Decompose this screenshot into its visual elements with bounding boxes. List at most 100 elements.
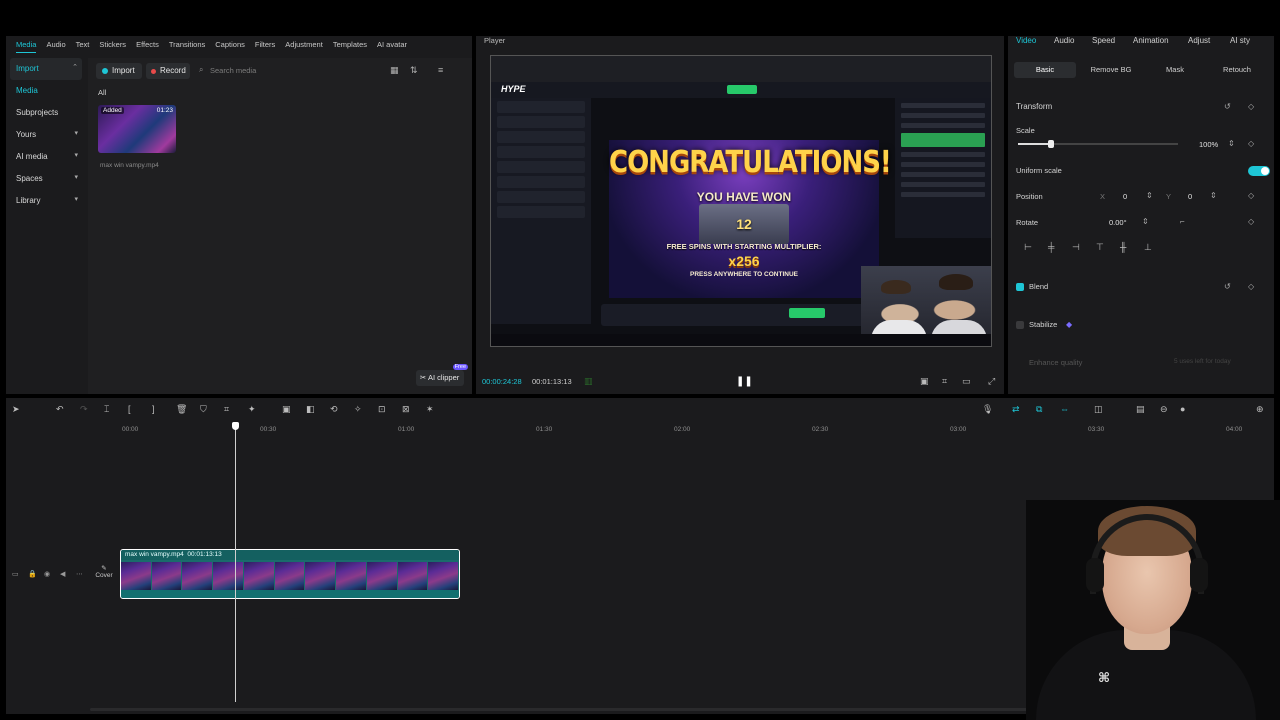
record-button[interactable]: Record [146, 63, 190, 79]
position-y-value[interactable]: 0 [1188, 192, 1192, 201]
align-bottom-icon[interactable]: ⊥ [1144, 242, 1152, 253]
sort-icon[interactable]: ⇅ [410, 65, 418, 76]
ratio-icon[interactable]: ▣ [920, 376, 929, 387]
wand-icon[interactable]: ✧ [354, 404, 362, 415]
link-icon[interactable]: ⇄ [1012, 404, 1020, 415]
align-top-icon[interactable]: ⊤ [1096, 242, 1104, 253]
crop-icon[interactable]: ⌗ [942, 376, 947, 387]
import-button[interactable]: Import [96, 63, 142, 79]
keyframe-icon[interactable]: ◇ [1248, 102, 1254, 111]
stepper-icon[interactable]: ⇕ [1142, 217, 1149, 226]
grid-view-icon[interactable]: ▦ [390, 65, 399, 76]
split-view-icon[interactable]: ◫ [1094, 404, 1103, 415]
align-center-icon[interactable]: ╪ [1048, 242, 1054, 252]
filter-icon[interactable]: ≡ [438, 65, 443, 75]
uniform-scale-toggle[interactable] [1248, 166, 1270, 176]
pause-icon[interactable]: ❚❚ [736, 376, 753, 387]
delete-icon[interactable]: 🗑 [176, 404, 187, 415]
tab-filters[interactable]: Filters [250, 36, 280, 54]
timeline-ruler[interactable]: 00:00 00:30 01:00 01:30 02:00 02:30 03:0… [6, 424, 1274, 434]
select-tool-icon[interactable]: ➤ [12, 404, 20, 415]
crop-frame-icon[interactable]: ⊡ [378, 404, 386, 415]
search-input[interactable]: ⌕ Search media [196, 63, 376, 79]
stepper-icon[interactable]: ⇕ [1210, 191, 1217, 200]
tab-stickers[interactable]: Stickers [94, 36, 131, 54]
video-preview[interactable]: HYPE CONGRATULATIONS! YOU HAVE WON 12 FR… [490, 55, 992, 347]
lock-icon[interactable]: 🔒 [28, 570, 37, 578]
rotate-value[interactable]: 0.00° [1109, 218, 1127, 227]
tab-adjustment[interactable]: Adjustment [280, 36, 328, 54]
nav-ai-media[interactable]: AI media ▾ [10, 146, 82, 168]
more-tools-icon[interactable]: ✶ [426, 404, 434, 415]
tab-speed[interactable]: Speed [1092, 36, 1115, 45]
tab-transitions[interactable]: Transitions [164, 36, 210, 54]
aspect-ratio-icon[interactable]: ▭ [962, 376, 971, 387]
filter-all[interactable]: All [98, 88, 106, 97]
zoom-in-icon[interactable]: ⊕ [1256, 404, 1264, 415]
keyframe-icon[interactable]: ◇ [1248, 191, 1254, 200]
fullscreen-icon[interactable]: ⤢ [988, 376, 995, 387]
stepper-icon[interactable]: ⇕ [1146, 191, 1153, 200]
track-icon[interactable]: ▭ [12, 570, 19, 578]
snap-icon[interactable]: ⧉ [1036, 404, 1042, 415]
ai-tool-icon[interactable]: ▣ [282, 404, 291, 415]
tab-audio[interactable]: Audio [41, 36, 70, 54]
scale-slider[interactable] [1018, 140, 1178, 148]
stabilize-checkbox[interactable] [1016, 321, 1024, 329]
align-left-icon[interactable]: ⊢ [1024, 242, 1032, 253]
tab-captions[interactable]: Captions [210, 36, 250, 54]
blend-checkbox[interactable] [1016, 283, 1024, 291]
freeze-icon[interactable]: ✦ [248, 404, 256, 415]
nav-library[interactable]: Library ▾ [10, 190, 82, 212]
tab-text[interactable]: Text [71, 36, 95, 54]
undo-icon[interactable]: ↶ [56, 404, 64, 415]
tab-animation[interactable]: Animation [1133, 36, 1169, 45]
stepper-icon[interactable]: ⇕ [1228, 139, 1235, 148]
nav-spaces[interactable]: Spaces ▾ [10, 168, 82, 190]
ai-clipper-button[interactable]: ✂ AI clipper Free [416, 364, 468, 386]
mirror-icon[interactable]: ◧ [306, 404, 315, 415]
zoom-out-icon[interactable]: ⊖ [1160, 404, 1168, 415]
tab-ai-avatar[interactable]: AI avatar [372, 36, 412, 54]
nav-subprojects[interactable]: Subprojects [10, 102, 82, 124]
speaker-icon[interactable]: ◀ [60, 570, 65, 578]
align-middle-icon[interactable]: ╫ [1120, 242, 1126, 252]
playhead-line[interactable] [235, 426, 236, 702]
align-right-icon[interactable]: ⊣ [1072, 242, 1080, 253]
reset-icon[interactable]: ↺ [1224, 102, 1231, 111]
nav-yours[interactable]: Yours ▾ [10, 124, 82, 146]
microphone-icon[interactable]: 🎙 [982, 404, 993, 415]
cover-button[interactable]: ✎ Cover [94, 564, 114, 579]
scale-slider-knob[interactable] [1048, 140, 1054, 148]
rotate-dial-icon[interactable]: ⌐ [1180, 217, 1185, 226]
reset-icon[interactable]: ↺ [1224, 282, 1231, 291]
redo-icon[interactable]: ↷ [80, 404, 88, 415]
subtab-retouch[interactable]: Retouch [1206, 62, 1268, 78]
position-x-value[interactable]: 0 [1123, 192, 1127, 201]
reverse-icon[interactable]: ⟲ [330, 404, 338, 415]
video-clip[interactable]: max win vampy.mp4 00:01:13:13 [120, 549, 460, 599]
nav-media[interactable]: Media [10, 80, 82, 102]
tab-adjust[interactable]: Adjust [1188, 36, 1210, 45]
tab-media[interactable]: Media [11, 36, 41, 54]
subtab-remove-bg[interactable]: Remove BG [1080, 62, 1142, 78]
preview-axis-icon[interactable]: ⇔ [1060, 404, 1069, 414]
split-icon[interactable]: ⌶ [104, 404, 109, 415]
keyframe-icon[interactable]: ◇ [1248, 139, 1254, 148]
subtab-basic[interactable]: Basic [1014, 62, 1076, 78]
tab-video[interactable]: Video [1016, 36, 1036, 45]
split-right-icon[interactable]: ] [152, 404, 155, 414]
marker-icon[interactable]: ⛉ [200, 404, 207, 415]
scale-value[interactable]: 100% [1199, 140, 1218, 149]
fit-icon[interactable]: ⊠ [402, 404, 410, 415]
zoom-slider-knob[interactable]: ● [1180, 404, 1185, 414]
media-thumbnail[interactable]: Added 01:23 [98, 105, 176, 153]
tab-ai-style[interactable]: AI sty [1230, 36, 1250, 45]
split-left-icon[interactable]: [ [128, 404, 131, 414]
tab-templates[interactable]: Templates [328, 36, 372, 54]
more-icon[interactable]: ⋯ [76, 570, 83, 578]
tab-audio[interactable]: Audio [1054, 36, 1074, 45]
tab-effects[interactable]: Effects [131, 36, 164, 54]
playhead-handle[interactable] [232, 422, 239, 430]
eye-icon[interactable]: ◉ [44, 570, 50, 578]
